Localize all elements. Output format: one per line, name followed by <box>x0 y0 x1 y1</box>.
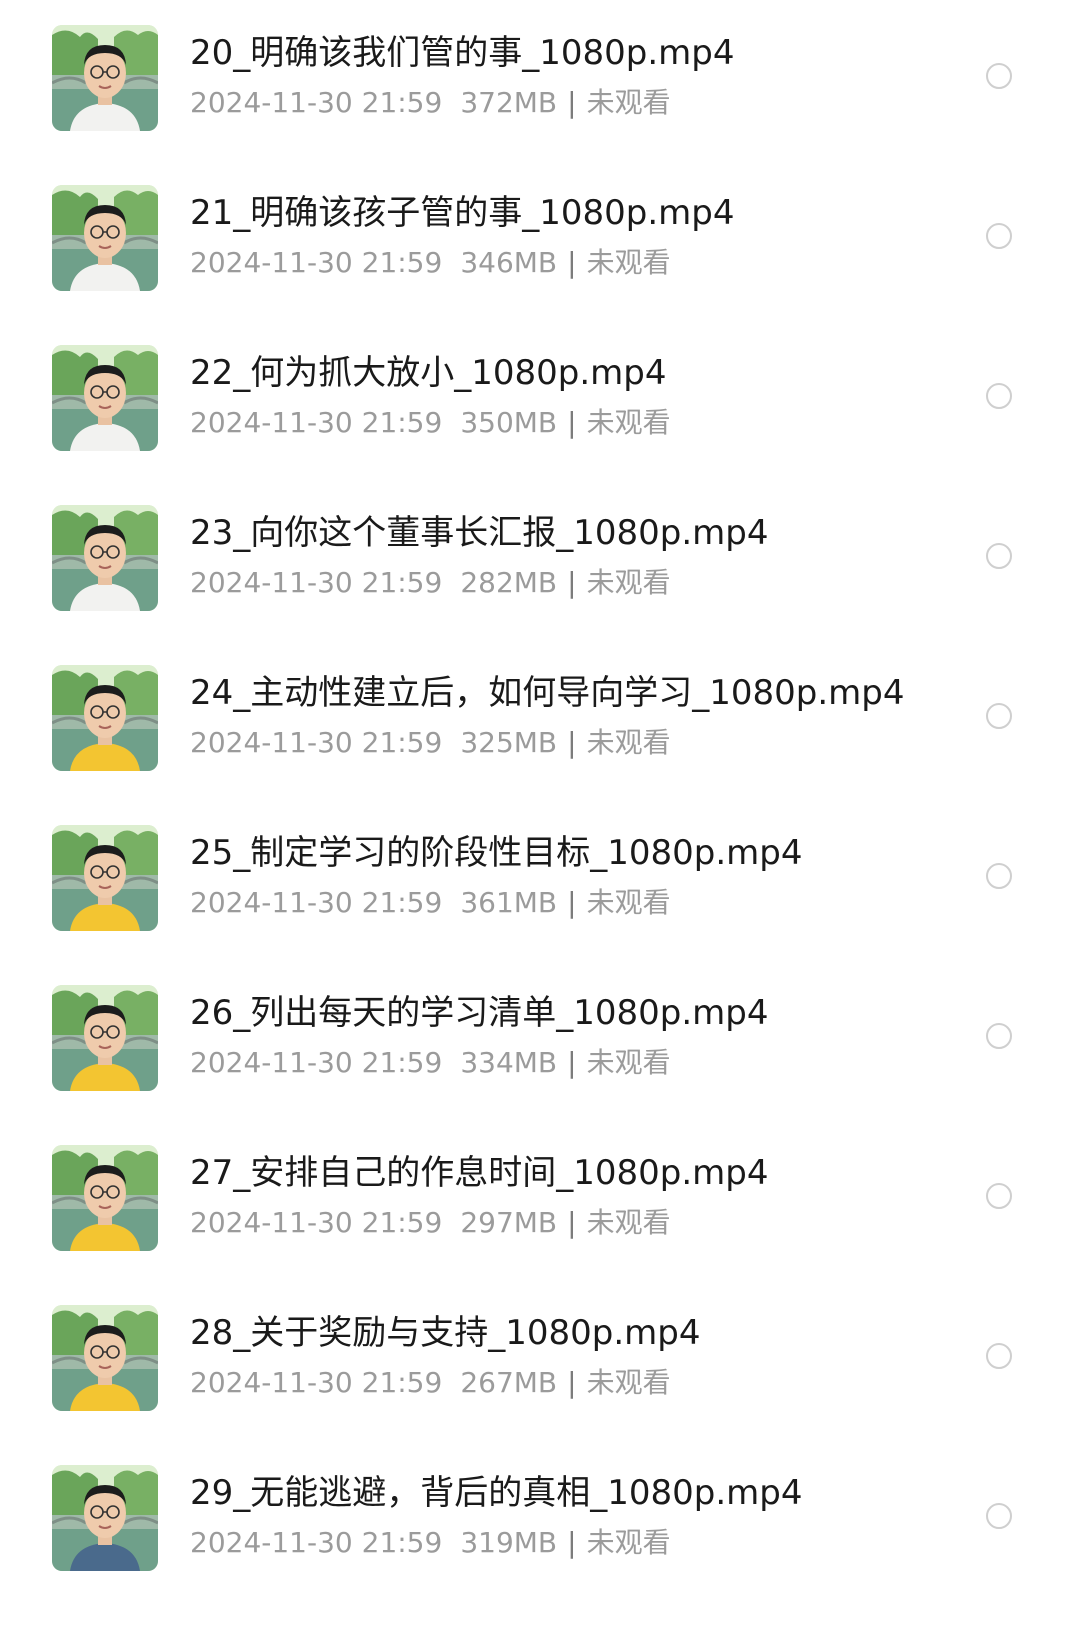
file-size: 325MB <box>460 726 558 759</box>
file-list: 20_明确该我们管的事_1080p.mp4 2024-11-30 21:59 37… <box>0 0 1080 1648</box>
file-size: 319MB <box>460 1526 558 1559</box>
watch-status: 未观看 <box>586 1046 671 1079</box>
file-date: 2024-11-30 21:59 <box>190 1366 443 1399</box>
file-meta: 2024-11-30 21:59 350MB | 未观看 <box>190 405 671 441</box>
file-date: 2024-11-30 21:59 <box>190 246 443 279</box>
file-row[interactable]: 22_何为抓大放小_1080p.mp4 2024-11-30 21:59 350M… <box>0 320 1080 488</box>
video-thumbnail[interactable] <box>52 345 158 451</box>
watch-status: 未观看 <box>586 726 671 759</box>
file-meta: 2024-11-30 21:59 282MB | 未观看 <box>190 565 671 601</box>
file-size: 334MB <box>460 1046 558 1079</box>
meta-separator: | <box>567 1526 577 1559</box>
file-date: 2024-11-30 21:59 <box>190 406 443 439</box>
file-date: 2024-11-30 21:59 <box>190 86 443 119</box>
meta-separator: | <box>567 406 577 439</box>
file-meta: 2024-11-30 21:59 319MB | 未观看 <box>190 1525 671 1561</box>
file-row[interactable]: 26_列出每天的学习清单_1080p.mp4 2024-11-30 21:59 3… <box>0 960 1080 1128</box>
watch-status: 未观看 <box>586 1366 671 1399</box>
watch-status: 未观看 <box>586 406 671 439</box>
watch-status: 未观看 <box>586 1526 671 1559</box>
video-thumbnail[interactable] <box>52 665 158 771</box>
file-meta: 2024-11-30 21:59 346MB | 未观看 <box>190 245 671 281</box>
file-meta: 2024-11-30 21:59 361MB | 未观看 <box>190 885 671 921</box>
watch-status: 未观看 <box>586 566 671 599</box>
file-name[interactable]: 23_向你这个董事长汇报_1080p.mp4 <box>190 512 930 554</box>
file-row[interactable]: 21_明确该孩子管的事_1080p.mp4 2024-11-30 21:59 34… <box>0 160 1080 328</box>
file-size: 282MB <box>460 566 558 599</box>
video-thumbnail[interactable] <box>52 825 158 931</box>
select-radio[interactable] <box>986 543 1012 569</box>
video-thumbnail[interactable] <box>52 1145 158 1251</box>
meta-separator: | <box>567 566 577 599</box>
file-row[interactable]: 23_向你这个董事长汇报_1080p.mp4 2024-11-30 21:59 2… <box>0 480 1080 648</box>
select-radio[interactable] <box>986 1343 1012 1369</box>
file-date: 2024-11-30 21:59 <box>190 726 443 759</box>
select-radio[interactable] <box>986 703 1012 729</box>
watch-status: 未观看 <box>586 86 671 119</box>
video-thumbnail[interactable] <box>52 25 158 131</box>
file-meta: 2024-11-30 21:59 372MB | 未观看 <box>190 85 671 121</box>
meta-separator: | <box>567 246 577 279</box>
file-size: 372MB <box>460 86 558 119</box>
video-thumbnail[interactable] <box>52 505 158 611</box>
file-date: 2024-11-30 21:59 <box>190 886 443 919</box>
meta-separator: | <box>567 1206 577 1239</box>
file-size: 350MB <box>460 406 558 439</box>
file-row[interactable]: 29_无能逃避，背后的真相_1080p.mp4 2024-11-30 21:59… <box>0 1440 1080 1608</box>
select-radio[interactable] <box>986 1503 1012 1529</box>
file-size: 297MB <box>460 1206 558 1239</box>
select-radio[interactable] <box>986 863 1012 889</box>
file-meta: 2024-11-30 21:59 297MB | 未观看 <box>190 1205 671 1241</box>
meta-separator: | <box>567 86 577 119</box>
file-row[interactable]: 20_明确该我们管的事_1080p.mp4 2024-11-30 21:59 37… <box>0 0 1080 168</box>
file-meta: 2024-11-30 21:59 334MB | 未观看 <box>190 1045 671 1081</box>
file-date: 2024-11-30 21:59 <box>190 1206 443 1239</box>
video-thumbnail[interactable] <box>52 185 158 291</box>
meta-separator: | <box>567 1366 577 1399</box>
file-name[interactable]: 29_无能逃避，背后的真相_1080p.mp4 <box>190 1472 930 1514</box>
file-name[interactable]: 26_列出每天的学习清单_1080p.mp4 <box>190 992 930 1034</box>
video-thumbnail[interactable] <box>52 985 158 1091</box>
file-name[interactable]: 24_主动性建立后，如何导向学习_1080p.mp4 <box>190 672 930 714</box>
file-name[interactable]: 28_关于奖励与支持_1080p.mp4 <box>190 1312 930 1354</box>
video-thumbnail[interactable] <box>52 1465 158 1571</box>
select-radio[interactable] <box>986 63 1012 89</box>
select-radio[interactable] <box>986 1183 1012 1209</box>
meta-separator: | <box>567 1046 577 1079</box>
watch-status: 未观看 <box>586 246 671 279</box>
meta-separator: | <box>567 886 577 919</box>
watch-status: 未观看 <box>586 886 671 919</box>
select-radio[interactable] <box>986 383 1012 409</box>
select-radio[interactable] <box>986 223 1012 249</box>
file-date: 2024-11-30 21:59 <box>190 1046 443 1079</box>
file-row[interactable]: 24_主动性建立后，如何导向学习_1080p.mp4 2024-11-30 21… <box>0 640 1080 808</box>
file-row[interactable]: 27_安排自己的作息时间_1080p.mp4 2024-11-30 21:59 2… <box>0 1120 1080 1288</box>
file-meta: 2024-11-30 21:59 325MB | 未观看 <box>190 725 671 761</box>
file-row[interactable]: 25_制定学习的阶段性目标_1080p.mp4 2024-11-30 21:59… <box>0 800 1080 968</box>
file-date: 2024-11-30 21:59 <box>190 1526 443 1559</box>
file-name[interactable]: 21_明确该孩子管的事_1080p.mp4 <box>190 192 930 234</box>
select-radio[interactable] <box>986 1023 1012 1049</box>
file-date: 2024-11-30 21:59 <box>190 566 443 599</box>
file-name[interactable]: 27_安排自己的作息时间_1080p.mp4 <box>190 1152 930 1194</box>
file-size: 346MB <box>460 246 558 279</box>
file-name[interactable]: 25_制定学习的阶段性目标_1080p.mp4 <box>190 832 930 874</box>
video-thumbnail[interactable] <box>52 1305 158 1411</box>
file-size: 267MB <box>460 1366 558 1399</box>
meta-separator: | <box>567 726 577 759</box>
file-meta: 2024-11-30 21:59 267MB | 未观看 <box>190 1365 671 1401</box>
file-name[interactable]: 22_何为抓大放小_1080p.mp4 <box>190 352 930 394</box>
file-row[interactable]: 28_关于奖励与支持_1080p.mp4 2024-11-30 21:59 267… <box>0 1280 1080 1448</box>
watch-status: 未观看 <box>586 1206 671 1239</box>
file-name[interactable]: 20_明确该我们管的事_1080p.mp4 <box>190 32 930 74</box>
file-size: 361MB <box>460 886 558 919</box>
